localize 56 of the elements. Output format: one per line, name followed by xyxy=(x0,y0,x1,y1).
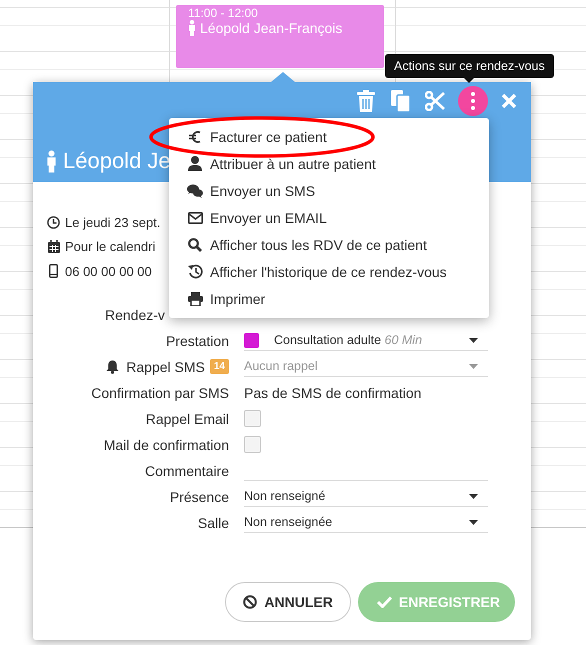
field-label: Rendez-v xyxy=(105,306,165,322)
select-field[interactable]: Consultation adulte 60 Min xyxy=(244,330,488,351)
clock-icon xyxy=(47,216,60,229)
select-field[interactable]: Non renseignée xyxy=(244,512,488,533)
euro-icon xyxy=(189,130,201,144)
more-button[interactable] xyxy=(458,86,488,116)
history-icon xyxy=(188,264,202,279)
caret-icon xyxy=(469,364,478,368)
envelope-icon xyxy=(188,212,202,224)
printer-icon xyxy=(188,292,202,306)
caret-icon xyxy=(469,494,478,498)
checkbox[interactable] xyxy=(244,410,261,427)
search-icon xyxy=(188,238,202,252)
tooltip: Actions sur ce rendez-vous xyxy=(385,54,554,78)
check-icon xyxy=(376,596,392,608)
appointment-info: 06 00 00 00 00 xyxy=(65,264,152,279)
caret-icon xyxy=(469,520,478,524)
user-icon xyxy=(188,156,202,171)
copy-icon[interactable] xyxy=(391,90,410,112)
field-label: Présence xyxy=(170,488,229,504)
popup-title: Léopold Je xyxy=(63,148,171,174)
field-label: Salle xyxy=(198,514,229,530)
person-icon xyxy=(188,20,196,36)
menu-item[interactable]: Envoyer un SMS xyxy=(169,177,489,204)
select-field[interactable]: Non renseigné xyxy=(244,486,488,507)
calendar-icon xyxy=(48,240,60,254)
menu-item[interactable]: Imprimer xyxy=(169,285,489,312)
field-label: Mail de confirmation xyxy=(104,436,229,452)
appointment-info: Le jeudi 23 sept. xyxy=(65,214,160,230)
menu-item[interactable]: Attribuer à un autre patient xyxy=(169,150,489,177)
field-label: Rappel Email xyxy=(146,410,229,426)
field-label: Prestation xyxy=(166,332,229,348)
field-label: Rappel SMS xyxy=(126,358,205,374)
bell-icon xyxy=(106,360,120,374)
scissors-icon[interactable] xyxy=(425,91,445,111)
menu-item[interactable]: Afficher tous les RDV de ce patient xyxy=(169,231,489,258)
appointment-time: 11:00 - 12:00 xyxy=(188,6,259,20)
trash-icon[interactable] xyxy=(356,90,376,112)
field-label: Commentaire xyxy=(144,462,229,478)
menu-item[interactable]: Envoyer un EMAIL xyxy=(169,204,489,231)
cancel-icon xyxy=(243,594,258,608)
person-icon xyxy=(46,150,57,172)
checkbox[interactable] xyxy=(244,436,261,453)
close-icon[interactable] xyxy=(501,93,517,109)
count-badge: 14 xyxy=(210,359,229,374)
patient-name: Léopold Jean-François xyxy=(200,20,342,36)
phone-icon xyxy=(49,264,58,278)
chat-icon xyxy=(187,184,203,198)
cancel-button[interactable]: ANNULER xyxy=(225,582,351,622)
menu-item[interactable]: Facturer ce patient xyxy=(169,123,489,150)
menu-item[interactable]: Afficher l'historique de ce rendez-vous xyxy=(169,258,489,285)
more-icon xyxy=(471,92,475,110)
caret-icon xyxy=(469,338,478,342)
appointment-info: Pour le calendri xyxy=(65,239,156,254)
field-value: Pas de SMS de confirmation xyxy=(244,384,422,400)
field-label: Confirmation par SMS xyxy=(91,384,229,400)
